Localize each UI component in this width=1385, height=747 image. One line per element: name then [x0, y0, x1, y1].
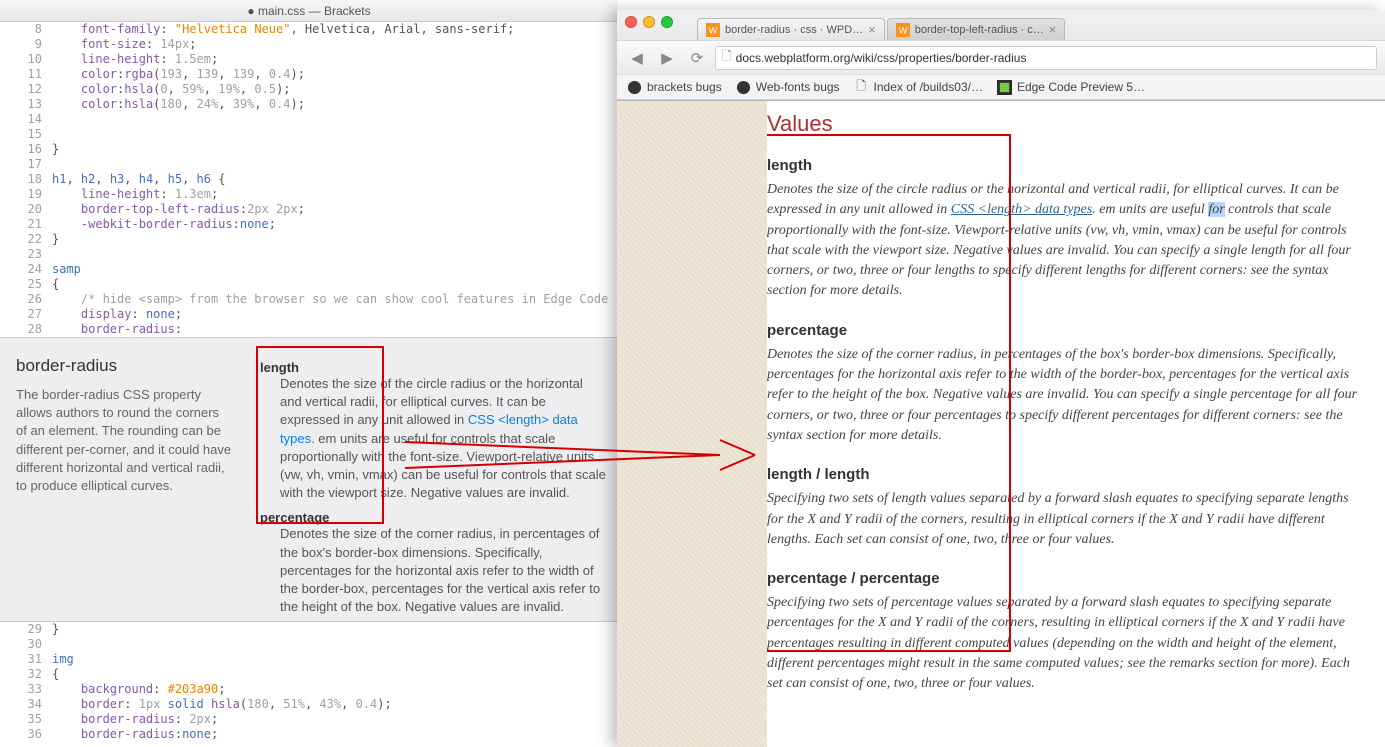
section-body: Specifying two sets of length values sep…: [767, 489, 1367, 550]
page-sidebar: [617, 101, 767, 747]
favicon-icon: W: [706, 23, 720, 37]
section-title: length: [767, 157, 1367, 174]
inline-docs-summary: border-radius The border-radius CSS prop…: [0, 338, 248, 621]
editor-titlebar: ● main.css — Brackets: [0, 0, 618, 22]
section-title: percentage: [767, 322, 1367, 339]
tabs-row: Wborder-radius · css · WPD…×Wborder-top-…: [617, 14, 1385, 40]
gutter: 2930313233343536: [0, 622, 52, 742]
inline-docs-title: border-radius: [16, 356, 232, 376]
code-lines[interactable]: } img{ background: #203a90; border: 1px …: [52, 622, 618, 742]
nav-row: ◀ ▶ ⟳ 🗋 docs.webplatform.org/wiki/css/pr…: [617, 40, 1385, 74]
tab-label: border-radius · css · WPD…: [725, 24, 863, 36]
bookmark-item[interactable]: Web-fonts bugs: [736, 80, 840, 95]
section-body: Denotes the size of the corner radius, i…: [767, 345, 1367, 446]
tab-label: border-top-left-radius · c…: [915, 24, 1044, 36]
code-area-top[interactable]: 8910111213141516171819202122232425262728…: [0, 22, 618, 337]
section-body: Denotes the size of the circle radius or…: [767, 180, 1367, 302]
address-bar[interactable]: 🗋 docs.webplatform.org/wiki/css/properti…: [715, 46, 1377, 70]
editor-window: ● main.css — Brackets 891011121314151617…: [0, 0, 618, 747]
bookmark-item[interactable]: Edge Code Preview 5…: [997, 80, 1145, 95]
page: Values length Denotes the size of the cir…: [617, 101, 1385, 747]
close-tab-icon[interactable]: ×: [1049, 22, 1057, 37]
svg-text:W: W: [899, 25, 908, 35]
code-lines[interactable]: font-family: "Helvetica Neue", Helvetica…: [52, 22, 618, 337]
file-icon: 🗋: [854, 80, 869, 95]
zoom-icon[interactable]: [661, 16, 673, 28]
minimize-icon[interactable]: [643, 16, 655, 28]
value-desc: Denotes the size of the circle radius or…: [280, 375, 606, 502]
close-tab-icon[interactable]: ×: [868, 22, 876, 37]
forward-button[interactable]: ▶: [655, 46, 679, 70]
bookmark-label: Web-fonts bugs: [756, 80, 840, 94]
browser-window: Wborder-radius · css · WPD…×Wborder-top-…: [617, 10, 1385, 747]
bookmark-item[interactable]: 🗋 Index of /builds03/…: [854, 80, 983, 95]
bookmarks-bar: brackets bugs Web-fonts bugs 🗋 Index of /bu…: [617, 74, 1385, 100]
svg-text:W: W: [709, 25, 718, 35]
value-desc: Denotes the size of the corner radius, i…: [280, 525, 606, 616]
github-icon: [627, 80, 642, 95]
edge-icon: [997, 80, 1012, 95]
editor-body: 8910111213141516171819202122232425262728…: [0, 22, 618, 747]
favicon-icon: W: [896, 23, 910, 37]
value-term: length: [260, 360, 606, 375]
browser-tab[interactable]: Wborder-top-left-radius · c… ×: [887, 18, 1066, 40]
github-icon: [736, 80, 751, 95]
site-icon: 🗋: [722, 47, 732, 68]
browser-tab[interactable]: Wborder-radius · css · WPD… ×: [697, 18, 885, 40]
section-title: length / length: [767, 466, 1367, 483]
inline-docs-summary-text: The border-radius CSS property allows au…: [16, 386, 232, 495]
section-body: Specifying two sets of percentage values…: [767, 593, 1367, 694]
inline-docs-values[interactable]: lengthDenotes the size of the circle rad…: [248, 338, 618, 621]
url-text: docs.webplatform.org/wiki/css/properties…: [736, 51, 1027, 65]
back-button[interactable]: ◀: [625, 46, 649, 70]
gutter: 8910111213141516171819202122232425262728: [0, 22, 52, 337]
bookmark-label: Edge Code Preview 5…: [1017, 80, 1145, 94]
bookmark-item[interactable]: brackets bugs: [627, 80, 722, 95]
reload-button[interactable]: ⟳: [685, 46, 709, 70]
bookmark-label: Index of /builds03/…: [874, 80, 983, 94]
editor-title: ● main.css — Brackets: [247, 4, 370, 18]
bookmark-label: brackets bugs: [647, 80, 722, 94]
browser-chrome: Wborder-radius · css · WPD…×Wborder-top-…: [617, 10, 1385, 101]
page-content[interactable]: Values length Denotes the size of the cir…: [767, 101, 1385, 747]
value-term: percentage: [260, 510, 606, 525]
code-area-bottom[interactable]: 2930313233343536 } img{ background: #203…: [0, 622, 618, 742]
section-title: percentage / percentage: [767, 570, 1367, 587]
close-icon[interactable]: [625, 16, 637, 28]
page-heading: Values: [767, 111, 1367, 137]
inline-docs-panel: border-radius The border-radius CSS prop…: [0, 337, 618, 622]
